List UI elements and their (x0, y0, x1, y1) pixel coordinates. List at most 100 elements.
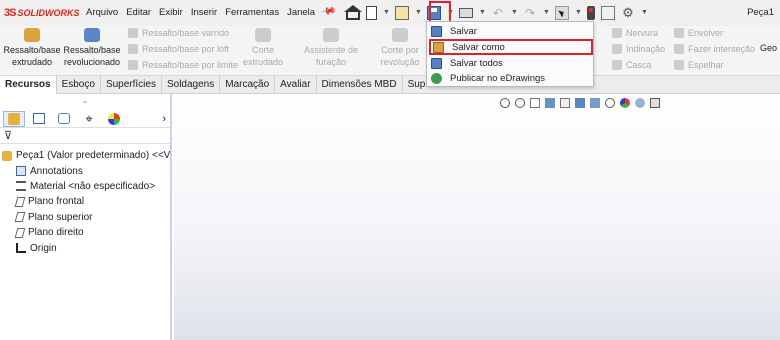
tree-item-material[interactable]: Material <não especificado> (0, 179, 170, 194)
open-dropdown-icon[interactable]: ▼ (415, 6, 422, 20)
tab-superficies[interactable]: Superfícies (101, 76, 162, 94)
dimxpert-tab-icon[interactable]: ⌖ (78, 111, 100, 127)
tree-item-label: Material <não especificado> (30, 180, 156, 192)
wrap-button[interactable]: Envolver (674, 26, 723, 40)
tree-item-annotations[interactable]: Annotations (0, 163, 170, 178)
print-icon[interactable] (459, 8, 473, 18)
part-icon (2, 150, 12, 161)
revolve-boss-icon (84, 28, 100, 42)
menu-item-publicar-edrawings[interactable]: Publicar no eDrawings (431, 71, 591, 85)
mirror-button[interactable]: Espelhar (674, 58, 724, 72)
file-properties-icon[interactable] (601, 6, 615, 20)
swept-boss-label: Ressalto/base varrido (142, 28, 230, 38)
shell-button[interactable]: Casca (612, 58, 652, 72)
menu-item-salvar[interactable]: Salvar (431, 24, 591, 38)
apply-scene-icon[interactable] (635, 98, 645, 108)
home-icon[interactable] (344, 4, 362, 20)
tab-dimensoes-mbd[interactable]: Dimensões MBD (317, 76, 403, 94)
options-dropdown-icon[interactable]: ▼ (641, 6, 648, 20)
tree-item-right-plane[interactable]: Plano direito (0, 225, 170, 240)
menu-item-label: Salvar todos (450, 57, 503, 69)
menu-item-salvar-como[interactable]: Salvar como (429, 39, 593, 55)
tree-item-origin[interactable]: Origin (0, 240, 170, 255)
plane-icon (14, 212, 26, 223)
menu-inserir[interactable]: Inserir (191, 7, 217, 18)
revolve-boss-button[interactable]: Ressalto/base revolucionado (62, 28, 122, 68)
tree-item-front-plane[interactable]: Plano frontal (0, 194, 170, 209)
property-manager-tab-icon[interactable] (28, 111, 50, 127)
redo-icon[interactable]: ↷ (523, 6, 537, 20)
zoom-to-fit-icon[interactable] (500, 98, 510, 108)
extruded-cut-button[interactable]: Corte extrudado (240, 28, 286, 68)
view-settings-icon[interactable] (650, 98, 660, 108)
undo-icon[interactable]: ↶ (491, 6, 505, 20)
tree-root[interactable]: Peça1 (Valor predeterminado) <<Val (0, 148, 170, 163)
undo-dropdown-icon[interactable]: ▼ (511, 6, 518, 20)
panel-collapse-handle[interactable]: ⌄ (0, 94, 170, 110)
boundary-boss-button[interactable]: Ressalto/base por limite (128, 58, 238, 72)
hole-wizard-button[interactable]: Assistente de furação (288, 28, 374, 68)
geo-label: Geo (760, 43, 778, 53)
rebuild-icon[interactable] (587, 6, 595, 20)
new-dropdown-icon[interactable]: ▼ (383, 6, 390, 20)
tree-item-label: Plano frontal (28, 196, 85, 208)
tree-item-top-plane[interactable]: Plano superior (0, 210, 170, 225)
hole-wizard-icon (323, 28, 339, 42)
swept-boss-button[interactable]: Ressalto/base varrido (128, 26, 229, 40)
intersect-button[interactable]: Fazer interseção (674, 42, 755, 56)
print-dropdown-icon[interactable]: ▼ (479, 6, 486, 20)
edit-appearance-icon[interactable] (620, 98, 630, 108)
menu-editar[interactable]: Editar (126, 7, 151, 18)
tab-soldagens[interactable]: Soldagens (162, 76, 221, 94)
feature-manager-tab-icon[interactable] (3, 110, 25, 127)
quick-access-toolbar: ▼ ▼ ▼ ▼ ↶ ▼ ↷ ▼ ▼ ⚙ ▼ (344, 3, 653, 23)
save-as-icon (433, 41, 444, 53)
menu-ferramentas[interactable]: Ferramentas (225, 7, 279, 18)
configuration-manager-tab-icon[interactable] (53, 111, 75, 127)
loft-boss-button[interactable]: Ressalto/base por loft (128, 42, 229, 56)
logo-text: SOLIDWORKS (17, 8, 80, 18)
previous-view-icon[interactable] (530, 98, 540, 108)
rib-button[interactable]: Nervura (612, 26, 658, 40)
revolved-cut-button[interactable]: Corte por revolução (376, 28, 424, 68)
filter-icon[interactable]: ⊽ (0, 128, 170, 144)
mirror-icon (674, 60, 684, 70)
plane-icon (14, 196, 26, 207)
tree-item-label: Annotations (30, 165, 83, 177)
wrap-icon (674, 28, 684, 38)
extruded-cut-icon (255, 28, 271, 42)
chevron-right-icon[interactable]: › (162, 113, 166, 125)
select-dropdown-icon[interactable]: ▼ (575, 6, 582, 20)
command-tabs: Recursos Esboço Superfícies Soldagens Ma… (0, 76, 780, 94)
gear-icon[interactable]: ⚙ (621, 6, 635, 20)
panel-tabs: ⌖ › (0, 110, 170, 128)
extrude-boss-icon (24, 28, 40, 42)
menu-exibir[interactable]: Exibir (159, 7, 183, 18)
geo-button[interactable]: Geo (760, 42, 780, 54)
redo-dropdown-icon[interactable]: ▼ (543, 6, 550, 20)
menu-arquivo[interactable]: Arquivo (86, 7, 118, 18)
dynamic-annotation-icon[interactable] (560, 98, 570, 108)
zoom-to-area-icon[interactable] (515, 98, 525, 108)
tab-recursos[interactable]: Recursos (0, 76, 57, 94)
draft-icon (612, 44, 622, 54)
menu-item-salvar-todos[interactable]: Salvar todos (431, 56, 591, 70)
section-view-icon[interactable] (545, 98, 555, 108)
tab-esboco[interactable]: Esboço (57, 76, 101, 94)
tab-avaliar[interactable]: Avaliar (275, 76, 317, 94)
open-icon[interactable] (395, 6, 409, 20)
menu-janela[interactable]: Janela (287, 7, 315, 18)
draft-button[interactable]: Indinação (612, 42, 665, 56)
revolved-cut-icon (392, 28, 408, 42)
tab-marcacao[interactable]: Marcação (220, 76, 276, 94)
extrude-boss-button[interactable]: Ressalto/base extrudado (2, 28, 62, 68)
origin-icon (16, 243, 26, 254)
new-document-icon[interactable] (366, 6, 377, 20)
display-style-icon[interactable] (590, 98, 600, 108)
hide-show-items-icon[interactable] (605, 98, 615, 108)
select-cursor-icon[interactable] (555, 6, 569, 20)
view-orientation-icon[interactable] (575, 98, 585, 108)
solidworks-logo[interactable]: 3S SOLIDWORKS (4, 6, 79, 20)
graphics-area[interactable] (174, 94, 780, 340)
display-manager-tab-icon[interactable] (103, 111, 125, 127)
